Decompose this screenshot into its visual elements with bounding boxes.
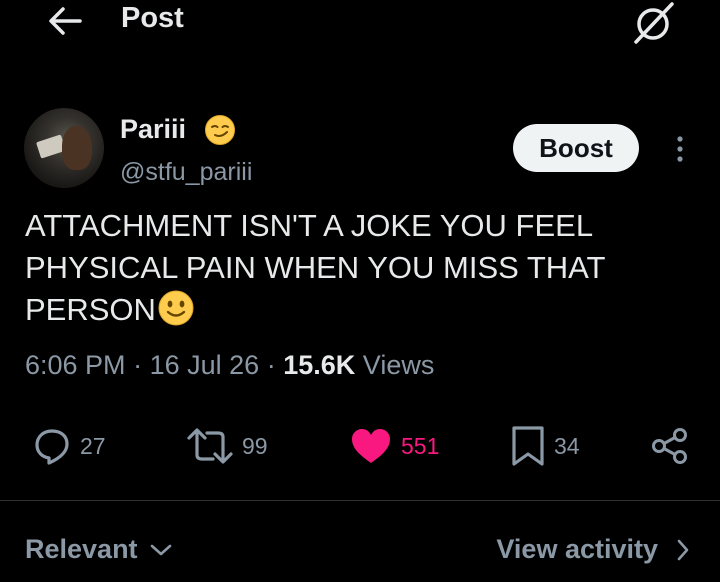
bookmark-count: 34 [554,432,580,459]
boost-button[interactable]: Boost [513,124,639,172]
post-meta: 6:06 PM · 16 Jul 26 · 15.6K Views [25,350,434,381]
repost-button[interactable]: 99 [186,424,268,468]
more-options-icon[interactable] [668,130,692,168]
views-label: Views [362,350,435,380]
like-count: 551 [401,432,440,459]
grok-icon[interactable] [628,0,678,46]
chevron-down-icon [150,544,171,555]
sort-label: Relevant [25,534,138,564]
repost-icon [187,428,233,464]
share-button[interactable] [650,424,690,468]
reply-icon [35,429,69,465]
post-text-content: ATTACHMENT ISN'T A JOKE YOU FEEL PHYSICA… [25,208,605,327]
view-activity-label: View activity [496,534,658,564]
top-bar: Post [0,0,720,44]
meta-separator: · [266,350,276,380]
page-title: Post [121,2,184,34]
post-time[interactable]: 6:06 PM [25,350,126,380]
divider [0,500,720,501]
bookmark-button[interactable]: 34 [510,424,580,468]
view-activity-link[interactable]: View activity [496,534,690,565]
share-icon [652,428,687,464]
bookmark-icon [512,426,544,466]
avatar[interactable] [24,108,104,188]
reply-button[interactable]: 27 [32,424,106,468]
post-text: ATTACHMENT ISN'T A JOKE YOU FEEL PHYSICA… [25,205,705,331]
display-name[interactable]: Pariii [120,114,186,145]
smirking-face-emoji-icon [205,115,235,145]
like-button[interactable]: 551 [349,424,439,468]
user-handle[interactable]: @stfu_pariii [120,158,252,187]
repost-count: 99 [242,432,268,459]
chevron-right-icon [677,539,689,560]
avatar-figure [62,126,92,170]
arrow-left-icon[interactable] [46,4,84,38]
reply-count: 27 [80,432,106,459]
slightly-smiling-face-emoji-icon [158,290,194,326]
meta-separator: · [133,350,143,380]
views-count: 15.6K [283,350,356,380]
post-date[interactable]: 16 Jul 26 [150,350,260,380]
sort-dropdown[interactable]: Relevant [25,534,172,565]
heart-filled-icon [352,429,390,463]
